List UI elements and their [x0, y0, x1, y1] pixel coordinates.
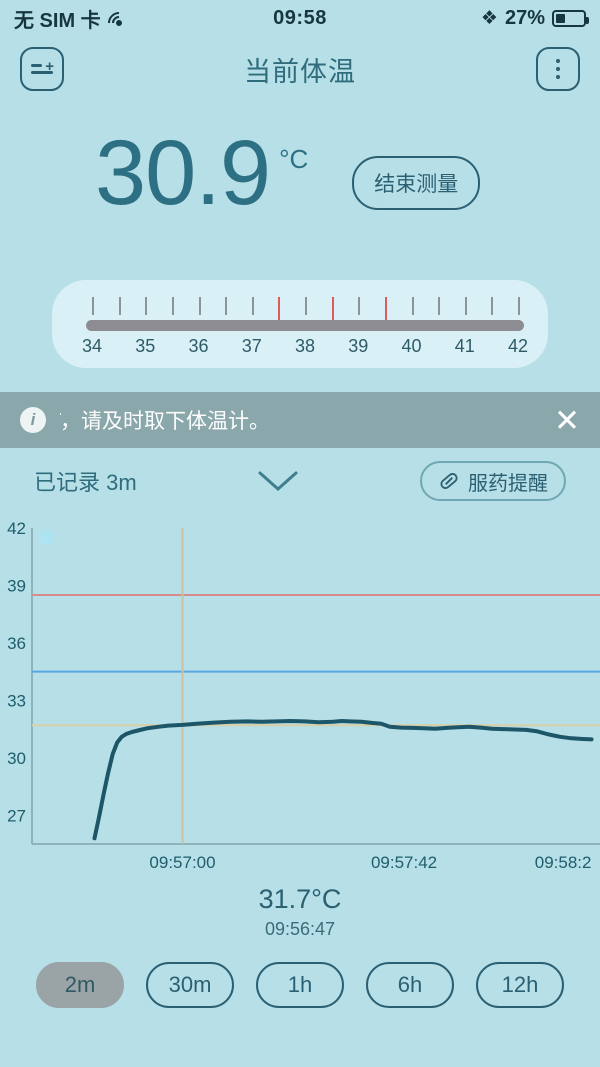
scale-label: 41: [454, 336, 475, 356]
temperature-scale-card: 34 35 36 37 38 39 40 41 42: [52, 280, 548, 368]
app-bar: + 当前体温: [0, 36, 600, 102]
y-axis-tick-label: 30: [7, 749, 26, 768]
scale-tick: [411, 297, 414, 315]
scale-tick: [358, 297, 361, 315]
status-bar: 无 SIM 卡 09:58 ❖ 27%: [0, 0, 600, 39]
readout-temperature: 31.7°C: [258, 884, 342, 914]
scale-ticks: [92, 297, 520, 321]
scale-tick: [384, 297, 387, 321]
chart-line: [92, 719, 594, 841]
chart-readout: 31.7°C 09:56:47: [0, 884, 600, 940]
temperature-unit: °C: [279, 144, 309, 174]
wifi-icon: [103, 7, 135, 39]
scale-tick: [305, 297, 307, 315]
scale-label: 38: [294, 336, 316, 356]
scale-tick: [464, 297, 467, 315]
status-right: ❖ 27%: [327, 6, 589, 30]
pill-icon: [440, 473, 458, 489]
scale-tick: [198, 297, 201, 315]
y-axis-tick-label: 36: [7, 634, 26, 653]
chevron-down-icon[interactable]: [137, 469, 420, 493]
scale-tick: [145, 297, 148, 315]
medication-reminder-label: 服药提醒: [468, 472, 548, 495]
y-axis-tick-label: 33: [7, 691, 26, 710]
current-temperature-block: 30.9 °C 结束测量: [0, 102, 600, 252]
scale-label: 34: [81, 336, 103, 356]
scale-tick: [331, 297, 334, 321]
status-clock: 09:58: [273, 6, 327, 29]
scale-label: 40: [401, 336, 422, 356]
scale-label: 36: [188, 336, 209, 356]
scale-tick: [518, 297, 520, 315]
stop-measure-button[interactable]: 结束测量: [352, 156, 481, 210]
add-record-icon[interactable]: +: [20, 47, 64, 91]
scale-label: 37: [241, 336, 262, 356]
scale-tick: [251, 297, 254, 315]
scale-tick: [278, 297, 281, 321]
y-axis-tick-label: 42: [7, 519, 26, 538]
scale-tick: [171, 297, 174, 315]
chart-marker: [40, 530, 54, 544]
readout-time: 09:56:47: [264, 919, 336, 939]
page-title: 当前体温: [244, 56, 356, 87]
x-axis-tick-label: 09:57:42: [371, 853, 437, 872]
x-axis-tick-label: 09:58:2: [535, 853, 592, 872]
info-icon: i: [20, 407, 46, 433]
record-row: 已记录 3m 服药提醒: [0, 448, 600, 514]
scale-tick: [225, 297, 228, 315]
scale-tick: [92, 297, 94, 315]
close-icon[interactable]: ✕: [554, 405, 580, 436]
x-axis-tick-label: 09:57:00: [149, 853, 215, 872]
carrier-label: 无 SIM 卡: [14, 9, 101, 32]
scale-bar: [86, 320, 524, 331]
range-button-1h[interactable]: 1h: [256, 962, 344, 1008]
chart-svg: 27 30 33 36 39 42 09:57:00 09:57:42 09:58:2: [7, 519, 600, 872]
notice-text: ̇，请及时取下体温计。: [60, 410, 270, 433]
scale-label: 42: [507, 336, 529, 356]
scale-tick: [491, 297, 494, 315]
range-selector: 2m 30m 1h 6h 12h: [0, 962, 600, 1008]
scale-labels: 34 35 36 37 38 39 40 41 42: [82, 336, 528, 362]
app-screen: 无 SIM 卡 09:58 ❖ 27% + 当前体温 30.9 °C 结束测量 …: [0, 0, 600, 1067]
temperature-value: 30.9: [95, 122, 271, 224]
battery-percent-label: 27%: [504, 6, 545, 29]
scale-tick: [438, 297, 441, 315]
y-axis-tick-label: 39: [7, 576, 26, 595]
battery-icon: [552, 9, 589, 27]
overflow-menu-icon[interactable]: [536, 47, 580, 91]
range-button-12h[interactable]: 12h: [476, 962, 564, 1008]
status-left: 无 SIM 卡: [14, 4, 273, 39]
range-button-2m[interactable]: 2m: [36, 962, 124, 1008]
range-button-6h[interactable]: 6h: [366, 962, 454, 1008]
medication-reminder-button[interactable]: 服药提醒: [420, 461, 566, 501]
scale-label: 35: [135, 336, 156, 356]
add-record-glyph: +: [31, 59, 54, 74]
notice-bar: i ̇，请及时取下体温计。 ✕: [0, 392, 600, 448]
record-duration-label: 已记录 3m: [34, 470, 137, 495]
scale-label: 39: [348, 336, 369, 356]
y-axis-tick-label: 27: [7, 806, 26, 825]
bluetooth-icon: ❖: [480, 7, 498, 29]
scale-tick: [118, 297, 121, 315]
overflow-dots-glyph: [556, 59, 560, 79]
temperature-chart[interactable]: 27 30 33 36 39 42 09:57:00 09:57:42 09:58:2: [0, 516, 600, 876]
range-button-30m[interactable]: 30m: [146, 962, 234, 1008]
